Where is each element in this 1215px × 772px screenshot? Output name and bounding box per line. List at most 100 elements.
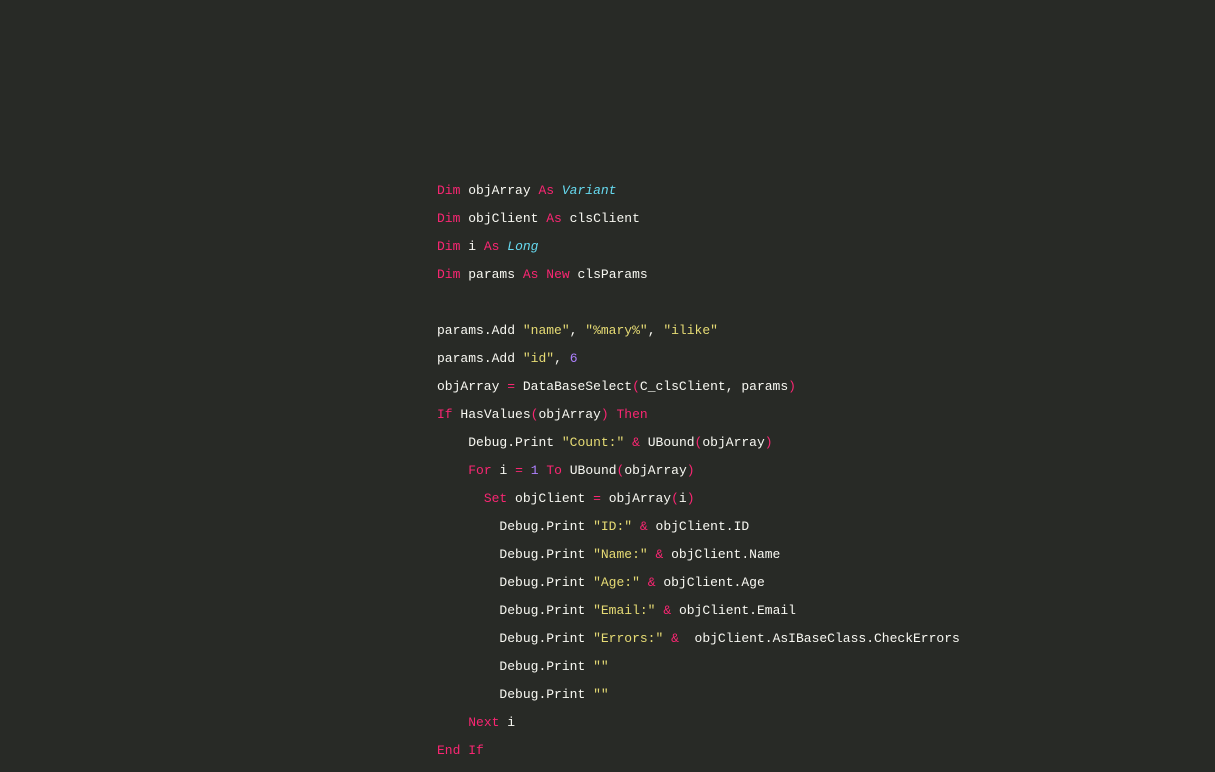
keyword-if: If: [437, 407, 453, 422]
type: Variant: [562, 183, 617, 198]
code-line: Debug.Print "ID:" & objClient.ID: [437, 520, 960, 534]
code-line: objArray = DataBaseSelect(C_clsClient, p…: [437, 380, 960, 394]
string: "%mary%": [585, 323, 647, 338]
method: Print: [546, 687, 585, 702]
lparen: (: [632, 379, 640, 394]
identifier: objArray: [468, 183, 530, 198]
dot: .: [484, 351, 492, 366]
code-line: Debug.Print "Name:" & objClient.Name: [437, 548, 960, 562]
type: Long: [507, 239, 538, 254]
number: 1: [531, 463, 539, 478]
dot: .: [765, 631, 773, 646]
identifier: objClient: [695, 631, 765, 646]
type: clsParams: [577, 267, 647, 282]
code-line: Dim params As New clsParams: [437, 268, 960, 282]
amp: &: [663, 603, 671, 618]
property: Age: [741, 575, 764, 590]
method: Add: [492, 351, 515, 366]
rparen: ): [687, 491, 695, 506]
type: clsClient: [570, 211, 640, 226]
string: "ilike": [663, 323, 718, 338]
identifier: C_clsClient: [640, 379, 726, 394]
identifier: Debug: [499, 575, 538, 590]
function: UBound: [570, 463, 617, 478]
function: UBound: [648, 435, 695, 450]
identifier: params: [468, 267, 515, 282]
string: "ID:": [593, 519, 632, 534]
identifier: Debug: [499, 659, 538, 674]
method: Print: [546, 575, 585, 590]
keyword-endif: End If: [437, 743, 484, 758]
keyword-for: For: [468, 463, 491, 478]
dot: .: [866, 631, 874, 646]
string: "Count:": [562, 435, 624, 450]
identifier: i: [679, 491, 687, 506]
dot: .: [484, 323, 492, 338]
function: DataBaseSelect: [523, 379, 632, 394]
identifier: params: [437, 351, 484, 366]
equals: =: [593, 491, 601, 506]
method: Add: [492, 323, 515, 338]
property: ID: [734, 519, 750, 534]
identifier: i: [468, 239, 476, 254]
method: Print: [546, 631, 585, 646]
code-line: If HasValues(objArray) Then: [437, 408, 960, 422]
property: Name: [749, 547, 780, 562]
string: "Email:": [593, 603, 655, 618]
keyword-new: New: [546, 267, 569, 282]
string: "Age:": [593, 575, 640, 590]
function: HasValues: [460, 407, 530, 422]
code-line: Debug.Print "": [437, 688, 960, 702]
code-line: End If: [437, 744, 960, 758]
keyword-as: As: [484, 239, 500, 254]
identifier: Debug: [499, 603, 538, 618]
code-line-empty: [437, 296, 960, 310]
keyword-dim: Dim: [437, 239, 460, 254]
identifier: params: [741, 379, 788, 394]
code-line: Debug.Print "": [437, 660, 960, 674]
keyword-to: To: [546, 463, 562, 478]
comma: ,: [570, 323, 578, 338]
string: "": [593, 659, 609, 674]
identifier: Debug: [499, 631, 538, 646]
identifier: objArray: [538, 407, 600, 422]
identifier: objArray: [702, 435, 764, 450]
code-line: Set objClient = objArray(i): [437, 492, 960, 506]
identifier: params: [437, 323, 484, 338]
property: AsIBaseClass: [773, 631, 867, 646]
identifier: i: [499, 463, 507, 478]
identifier: i: [507, 715, 515, 730]
comma: ,: [554, 351, 562, 366]
code-line: Debug.Print "Count:" & UBound(objArray): [437, 436, 960, 450]
string: "Errors:": [593, 631, 663, 646]
keyword-dim: Dim: [437, 267, 460, 282]
keyword-dim: Dim: [437, 211, 460, 226]
keyword-then: Then: [617, 407, 648, 422]
dot: .: [507, 435, 515, 450]
keyword-as: As: [523, 267, 539, 282]
property: Email: [757, 603, 796, 618]
identifier: objClient: [656, 519, 726, 534]
method: Print: [546, 547, 585, 562]
string: "name": [523, 323, 570, 338]
code-line: Dim i As Long: [437, 240, 960, 254]
comma: ,: [648, 323, 656, 338]
dot: .: [538, 687, 546, 702]
code-line: Debug.Print "Errors:" & objClient.AsIBas…: [437, 632, 960, 646]
identifier: Debug: [499, 519, 538, 534]
code-line: params.Add "id", 6: [437, 352, 960, 366]
method: Print: [546, 659, 585, 674]
identifier: objClient: [679, 603, 749, 618]
code-line: Debug.Print "Email:" & objClient.Email: [437, 604, 960, 618]
keyword-next: Next: [468, 715, 499, 730]
rparen: ): [687, 463, 695, 478]
identifier: objClient: [515, 491, 585, 506]
method: Print: [515, 435, 554, 450]
code-line: Debug.Print "Age:" & objClient.Age: [437, 576, 960, 590]
amp: &: [656, 547, 664, 562]
identifier: Debug: [499, 687, 538, 702]
number: 6: [570, 351, 578, 366]
identifier: objClient: [671, 547, 741, 562]
amp: &: [632, 435, 640, 450]
rparen: ): [765, 435, 773, 450]
